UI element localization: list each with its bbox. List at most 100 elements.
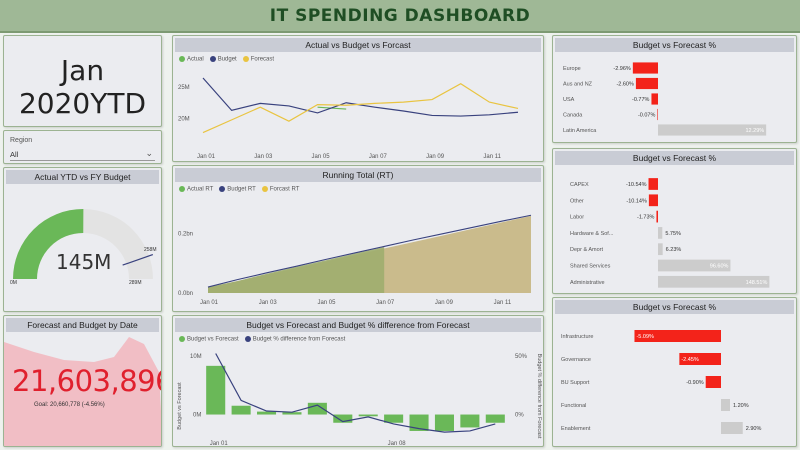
- hbar-positive: [721, 422, 743, 434]
- hbar-negative: [651, 93, 658, 105]
- diff-bar: [434, 414, 454, 431]
- diff-bar: [460, 414, 480, 428]
- diff-ylabel-left: Budget vs Forecast: [177, 382, 183, 430]
- legend-budget-label: Budget: [217, 56, 237, 63]
- gauge-target-label: 258M: [144, 247, 157, 253]
- dashboard-header: IT SPENDING DASHBOARD: [0, 0, 800, 33]
- hbar-category-label: Administrative: [570, 280, 605, 286]
- legend-pct-diff: Budget % difference from Forecast: [244, 336, 346, 343]
- hbar-value-label: -2.96%: [613, 66, 631, 72]
- hbar-category-label: Hardware & Sof...: [570, 231, 614, 237]
- hbar-positive: [658, 227, 663, 239]
- avb-series-budget: [202, 77, 519, 117]
- hbar-value-label: -2.60%: [616, 82, 634, 88]
- diff-x-tick: Jan 01: [210, 441, 229, 447]
- legend-forecast-rt: Forcast RT: [261, 186, 300, 193]
- hbar-category-label: BU Support: [561, 380, 590, 386]
- region-label: Region: [10, 137, 33, 144]
- gauge-max: 289M: [129, 280, 142, 286]
- diff-legend: Budget vs Forecast Budget % difference f…: [179, 336, 345, 343]
- hbar-value-label: 6.23%: [666, 247, 682, 253]
- diff-y-tick-right: 50%: [515, 354, 528, 360]
- region-value[interactable]: All: [10, 150, 18, 159]
- hbar-value-label: -0.90%: [686, 380, 704, 386]
- avb-y-tick: 25M: [178, 85, 190, 91]
- avb-y-tick: 20M: [178, 117, 190, 123]
- hbar-value-label: -10.14%: [626, 198, 647, 204]
- region-pct-chart: Europe -2.96% Aus and NZ -2.60% USA -0.77% Can…: [563, 62, 767, 136]
- avb-x-tick: Jan 05: [312, 154, 331, 160]
- avb-x-tick: Jan 01: [197, 154, 216, 160]
- diff-bar: [358, 414, 378, 417]
- rt-x-tick: Jan 09: [435, 300, 454, 306]
- legend-forecast-label: Forecast: [250, 56, 275, 63]
- legend-forecast-rt-label: Forcast RT: [269, 186, 300, 193]
- date-card: Jan 2020YTD: [3, 35, 162, 127]
- hbar-category-label: USA: [563, 97, 575, 103]
- hbar-negative: [656, 210, 658, 223]
- avb-x-tick: Jan 09: [426, 154, 445, 160]
- legend-actual: Actual: [179, 56, 204, 63]
- diff-ylabel-right: Budget % difference from Forecast: [536, 354, 542, 439]
- avb-x-tick: Jan 03: [254, 154, 273, 160]
- dashboard-title: IT SPENDING DASHBOARD: [269, 5, 531, 26]
- region-slicer[interactable]: Region All ⌄: [3, 130, 162, 164]
- hbar-positive: [658, 243, 663, 256]
- tower-pct-panel: Budget vs Forecast % Infrastructure -5.09…: [552, 297, 797, 447]
- gauge-min: 0M: [10, 280, 17, 286]
- rt-x-tick: Jan 05: [317, 300, 336, 306]
- legend-pct-diff-label: Budget % difference from Forecast: [252, 336, 346, 343]
- hbar-category-label: Depr & Amort: [570, 247, 603, 253]
- rt-x-tick: Jan 11: [494, 300, 512, 306]
- avb-panel: Actual vs Budget vs Forcast Actual Budge…: [172, 35, 544, 162]
- hbar-category-label: Canada: [563, 113, 583, 119]
- legend-actual-label: Actual: [187, 56, 204, 63]
- legend-actual-rt-label: Actual RT: [187, 186, 214, 193]
- hbar-value-label: 148.51%: [746, 280, 768, 286]
- kpi-title: Forecast and Budget by Date: [6, 318, 159, 332]
- diff-chart: 10M 0M 50% 0% Budget vs Forecast Budget % dif…: [177, 353, 542, 447]
- hbar-category-label: Governance: [561, 357, 591, 363]
- date-period: 2020YTD: [18, 87, 147, 120]
- diff-panel: Budget vs Forecast and Budget % differen…: [172, 315, 544, 447]
- type-pct-chart: CAPEX -10.54% Other -10.14% Labor -1.73% Hardw…: [570, 178, 770, 288]
- avb-title: Actual vs Budget vs Forcast: [175, 38, 541, 52]
- tower-pct-title: Budget vs Forecast %: [555, 300, 794, 314]
- hbar-value-label: -5.09%: [636, 334, 654, 340]
- rt-title: Running Total (RT): [175, 168, 541, 182]
- hbar-value-label: -2.45%: [681, 357, 699, 363]
- legend-forecast: Forecast: [242, 56, 275, 63]
- date-month: Jan: [60, 54, 105, 87]
- rt-area-actual: [208, 247, 385, 293]
- hbar-value-label: -1.73%: [637, 215, 655, 221]
- hbar-category-label: Infrastructure: [561, 334, 593, 340]
- diff-y-tick-left: 10M: [190, 354, 202, 360]
- rt-x-tick: Jan 07: [376, 300, 395, 306]
- gauge-value: 145M: [56, 250, 112, 274]
- diff-bar: [206, 365, 226, 415]
- hbar-value-label: 96.60%: [710, 264, 729, 270]
- rt-y-tick: 0.2bn: [178, 232, 193, 238]
- hbar-value-label: -0.07%: [638, 113, 656, 119]
- hbar-value-label: 1.20%: [733, 403, 749, 409]
- hbar-value-label: 12.29%: [745, 128, 764, 134]
- avb-x-tick: Jan 11: [483, 154, 501, 160]
- hbar-value-label: 5.75%: [665, 231, 681, 237]
- kpi-card: Forecast and Budget by Date 21,603,896 G…: [3, 315, 162, 447]
- hbar-category-label: Shared Services: [570, 264, 611, 270]
- hbar-category-label: Enablement: [561, 426, 591, 432]
- hbar-negative: [635, 77, 658, 90]
- type-pct-panel: Budget vs Forecast % CAPEX -10.54% Other -1…: [552, 148, 797, 294]
- diff-y-tick-left: 0M: [193, 413, 201, 419]
- diff-bar: [231, 405, 251, 415]
- rt-chart: 0.2bn 0.0bn Jan 01 Jan 03 Jan 05 Jan 07 Jan 09…: [178, 214, 532, 306]
- hbar-negative: [632, 62, 658, 74]
- type-pct-title: Budget vs Forecast %: [555, 151, 794, 165]
- chevron-down-icon[interactable]: ⌄: [145, 148, 153, 159]
- hbar-negative: [657, 108, 658, 121]
- hbar-value-label: -0.77%: [632, 97, 650, 103]
- slicer-underline: [10, 160, 155, 161]
- legend-budget-rt-label: Budget RT: [227, 186, 256, 193]
- rt-x-tick: Jan 03: [259, 300, 278, 306]
- hbar-category-label: Labor: [570, 215, 584, 221]
